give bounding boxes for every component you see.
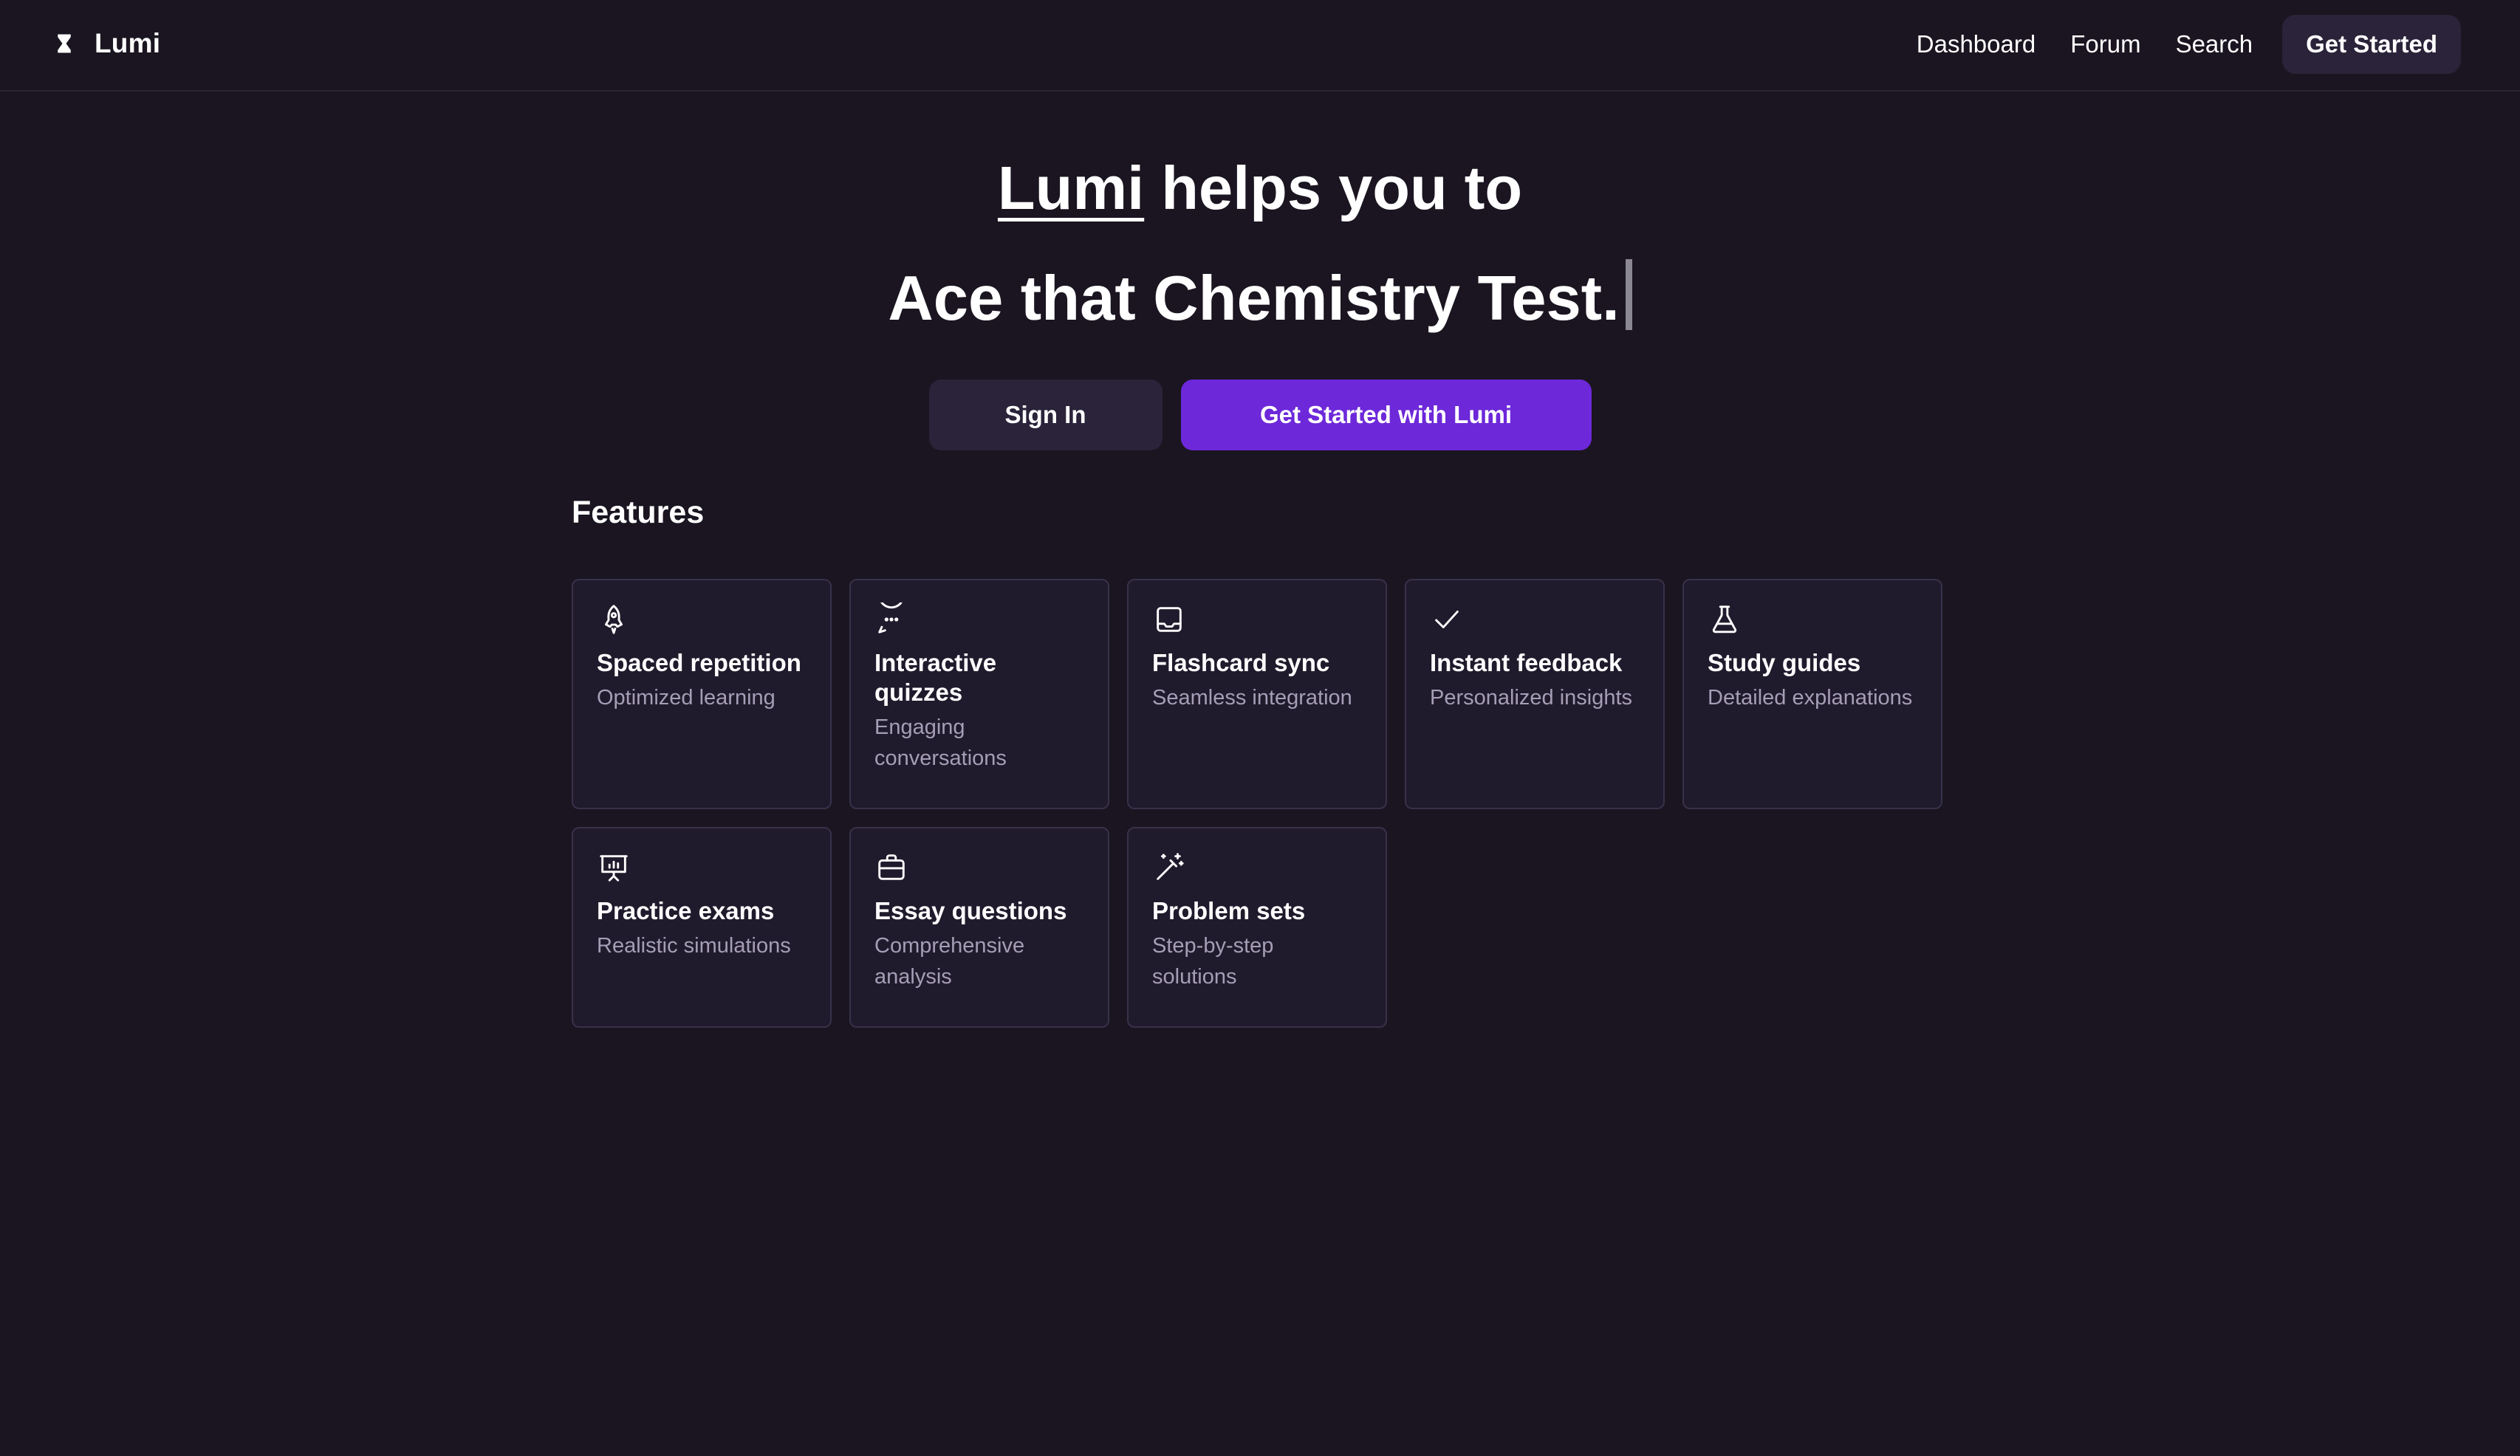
feature-card-essay-questions[interactable]: Essay questions Comprehensive analysis [849, 827, 1109, 1028]
feature-card-problem-sets[interactable]: Problem sets Step-by-step solutions [1127, 827, 1387, 1028]
feature-card-study-guides[interactable]: Study guides Detailed explanations [1682, 579, 1942, 809]
hero-actions: Sign In Get Started with Lumi [0, 380, 2520, 450]
feature-description: Detailed explanations [1708, 686, 1913, 710]
inbox-icon [1152, 602, 1186, 636]
brand-logo-link[interactable]: Lumi [53, 25, 160, 62]
feature-title: Interactive quizzes [874, 649, 997, 706]
feature-title: Practice exams [597, 897, 775, 924]
brand-name: Lumi [95, 28, 161, 58]
feature-title: Essay questions [874, 897, 1067, 924]
flask-icon [1708, 602, 1742, 636]
feature-card-interactive-quizzes[interactable]: Interactive quizzes Engaging conversatio… [849, 579, 1109, 809]
nav-search-link[interactable]: Search [2176, 30, 2253, 58]
hero-typed-line: Ace that Chemistry Test. [0, 257, 2520, 341]
feature-title: Spaced repetition [597, 649, 801, 676]
sign-in-button[interactable]: Sign In [928, 380, 1163, 450]
feature-title: Problem sets [1152, 897, 1306, 924]
nav-get-started-button[interactable]: Get Started [2282, 15, 2461, 74]
chat-bubble-icon [874, 602, 908, 636]
feature-title: Flashcard sync [1152, 649, 1330, 676]
hero-headline: Lumi helps you to [0, 146, 2520, 230]
feature-description: Seamless integration [1152, 686, 1352, 710]
feature-description: Personalized insights [1430, 686, 1633, 710]
features-grid: Spaced repetition Optimized learning Int… [572, 579, 1942, 1028]
get-started-with-lumi-button[interactable]: Get Started with Lumi [1180, 380, 1592, 450]
feature-card-instant-feedback[interactable]: Instant feedback Personalized insights [1405, 579, 1665, 809]
hourglass-icon [53, 32, 75, 55]
presentation-chart-icon [597, 851, 631, 885]
feature-title: Study guides [1708, 649, 1861, 676]
hero-headline-text: helps you to [1144, 154, 1523, 222]
features-heading: Features [572, 495, 705, 530]
feature-description: Engaging conversations [874, 715, 1007, 770]
feature-card-spaced-repetition[interactable]: Spaced repetition Optimized learning [572, 579, 832, 809]
magic-wand-icon [1152, 851, 1186, 885]
feature-description: Comprehensive analysis [874, 934, 1025, 989]
feature-description: Optimized learning [597, 686, 775, 710]
feature-card-flashcard-sync[interactable]: Flashcard sync Seamless integration [1127, 579, 1387, 809]
main-nav: Dashboard Forum Search Get Started [1917, 15, 2461, 74]
top-navbar: Lumi Dashboard Forum Search Get Started [0, 0, 2520, 92]
feature-title: Instant feedback [1430, 649, 1623, 676]
nav-dashboard-link[interactable]: Dashboard [1917, 30, 2035, 58]
feature-card-practice-exams[interactable]: Practice exams Realistic simulations [572, 827, 832, 1028]
nav-forum-link[interactable]: Forum [2070, 30, 2140, 58]
hero-brand-word: Lumi [997, 154, 1145, 222]
hero-typed-text: Ace that Chemistry Test. [888, 264, 1620, 334]
rocket-icon [597, 602, 631, 636]
feature-description: Realistic simulations [597, 934, 791, 958]
typing-cursor [1625, 259, 1632, 330]
feature-description: Step-by-step solutions [1152, 934, 1274, 989]
briefcase-icon [874, 851, 908, 885]
checkmark-icon [1430, 602, 1464, 636]
